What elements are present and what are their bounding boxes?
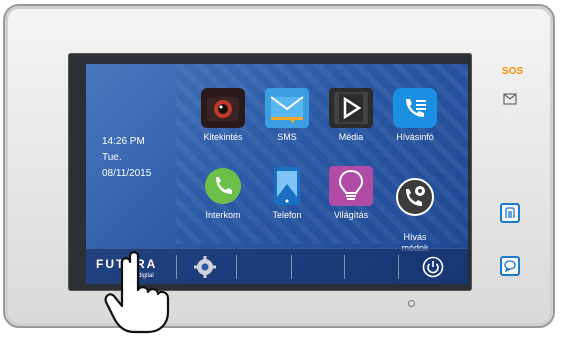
talk-button[interactable] bbox=[500, 256, 520, 276]
divider bbox=[291, 255, 292, 279]
power-icon[interactable] bbox=[422, 256, 444, 283]
app-label: Interkom bbox=[205, 210, 241, 220]
microphone-hole bbox=[408, 300, 415, 307]
app-label: Világítás bbox=[333, 210, 369, 220]
app-label: Telefon bbox=[272, 210, 302, 220]
divider bbox=[344, 255, 345, 279]
app-label: Hívásinfó bbox=[396, 132, 434, 142]
clock-date: 08/11/2015 bbox=[102, 168, 152, 179]
play-icon bbox=[329, 88, 373, 128]
envelope-icon bbox=[265, 88, 309, 128]
speech-bubble-icon bbox=[504, 260, 516, 272]
divider bbox=[398, 255, 399, 279]
app-label: Média bbox=[338, 132, 364, 142]
pointing-hand-icon bbox=[104, 250, 174, 339]
lightbulb-icon bbox=[329, 166, 373, 206]
app-telefon[interactable]: Telefon bbox=[258, 166, 316, 221]
app-label: Kitekintés bbox=[203, 132, 243, 142]
call-log-icon bbox=[393, 88, 437, 128]
divider bbox=[176, 255, 177, 279]
phone-settings-icon bbox=[393, 177, 437, 217]
app-media[interactable]: Média bbox=[322, 88, 380, 143]
tablet-icon bbox=[265, 166, 309, 206]
app-label: SMS bbox=[277, 132, 297, 142]
app-sms[interactable]: SMS bbox=[258, 88, 316, 143]
door-unlock-button[interactable] bbox=[500, 203, 520, 223]
phone-icon bbox=[201, 166, 245, 206]
app-interkom[interactable]: Interkom bbox=[194, 166, 252, 221]
sos-indicator: SOS bbox=[502, 66, 524, 77]
message-led-icon bbox=[503, 92, 517, 110]
settings-gear-icon[interactable] bbox=[194, 256, 216, 283]
camera-icon bbox=[201, 88, 245, 128]
clock-day: Tue. bbox=[102, 152, 122, 163]
app-kitekintes[interactable]: Kitekintés bbox=[194, 88, 252, 143]
door-icon bbox=[505, 207, 515, 218]
divider bbox=[236, 255, 237, 279]
app-vilagitas[interactable]: Világítás bbox=[322, 166, 380, 221]
clock-panel: 14:26 PM Tue. 08/11/2015 bbox=[102, 134, 151, 182]
clock-time: 14:26 PM bbox=[102, 136, 145, 147]
app-hivasinfo[interactable]: Hívásinfó bbox=[386, 88, 444, 143]
